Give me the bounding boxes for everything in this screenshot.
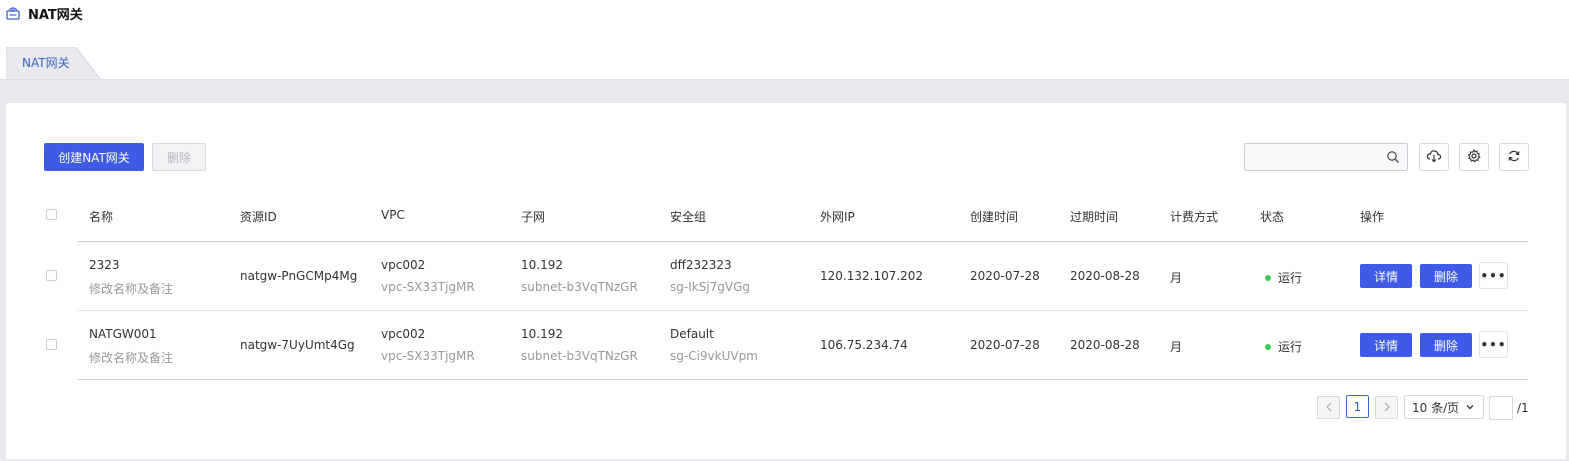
tab-divider bbox=[0, 79, 1569, 80]
nat-gateway-icon bbox=[6, 6, 20, 20]
table-bottom-divider bbox=[78, 379, 1528, 380]
security-group-cell: Default sg-Ci9vkUVpm bbox=[670, 327, 758, 363]
vpc-name: vpc002 bbox=[381, 258, 426, 272]
public-ip: 120.132.107.202 bbox=[820, 269, 924, 283]
search-input[interactable] bbox=[1245, 144, 1385, 170]
detail-button[interactable]: 详情 bbox=[1360, 333, 1412, 357]
column-header-billing: 计费方式 bbox=[1170, 210, 1219, 224]
row-delete-button[interactable]: 删除 bbox=[1420, 333, 1472, 357]
delete-button[interactable]: 删除 bbox=[152, 143, 206, 171]
column-header-actions: 操作 bbox=[1360, 210, 1385, 224]
gateway-name: NATGW001 bbox=[89, 327, 157, 341]
page-number-current[interactable]: 1 bbox=[1346, 395, 1369, 418]
column-header-created: 创建时间 bbox=[970, 210, 1019, 224]
search-icon[interactable] bbox=[1386, 150, 1400, 164]
subnet-cell: 10.192 subnet-b3VqTNzGR bbox=[521, 327, 638, 363]
public-ip: 106.75.234.74 bbox=[820, 338, 908, 352]
gear-icon bbox=[1467, 148, 1481, 166]
created-date: 2020-07-28 bbox=[970, 338, 1040, 352]
expiry-date: 2020-08-28 bbox=[1070, 338, 1140, 352]
edit-name-link[interactable]: 修改名称及备注 bbox=[89, 349, 173, 366]
status-running-dot bbox=[1265, 343, 1271, 350]
name-cell: NATGW001 修改名称及备注 bbox=[89, 327, 173, 366]
subnet-name: 10.192 bbox=[521, 327, 563, 341]
download-button[interactable] bbox=[1419, 143, 1449, 171]
security-group-id: sg-IkSj7gVGg bbox=[670, 280, 751, 294]
status-cell: 运行 bbox=[1265, 269, 1302, 286]
tab-nat-gateway[interactable]: NAT网关 bbox=[6, 47, 101, 80]
prev-page-button[interactable] bbox=[1317, 396, 1340, 419]
top-bar: NAT网关 NAT网关 bbox=[0, 0, 1569, 80]
name-cell: 2323 修改名称及备注 bbox=[89, 258, 173, 297]
page-size-select[interactable]: 10 条/页 bbox=[1404, 395, 1484, 419]
total-pages: /1 bbox=[1517, 401, 1529, 415]
vpc-id: vpc-SX33TjgMR bbox=[381, 280, 475, 294]
edit-name-link[interactable]: 修改名称及备注 bbox=[89, 280, 173, 297]
row-checkbox[interactable] bbox=[46, 270, 57, 281]
page-title: NAT网关 bbox=[28, 7, 83, 23]
column-header-resource-id: 资源ID bbox=[240, 210, 277, 224]
row-divider bbox=[78, 310, 1528, 311]
expiry-date: 2020-08-28 bbox=[1070, 269, 1140, 283]
column-header-subnet: 子网 bbox=[521, 210, 546, 224]
content-card: 创建NAT网关 删除 名称 资源ID VPC 子网 安全组 外网IP 创建时间 … bbox=[6, 103, 1566, 459]
column-header-security-group: 安全组 bbox=[670, 210, 707, 224]
tab-label: NAT网关 bbox=[22, 56, 70, 70]
subnet-id: subnet-b3VqTNzGR bbox=[521, 280, 638, 294]
security-group-cell: dff232323 sg-IkSj7gVGg bbox=[670, 258, 750, 294]
header-divider bbox=[78, 241, 1528, 242]
column-header-public-ip: 外网IP bbox=[820, 210, 855, 224]
column-header-vpc: VPC bbox=[381, 208, 405, 222]
vpc-cell: vpc002 vpc-SX33TjgMR bbox=[381, 258, 475, 294]
resource-id: natgw-7UyUmt4Gg bbox=[240, 338, 355, 352]
refresh-button[interactable] bbox=[1499, 143, 1529, 171]
cloud-download-icon bbox=[1426, 149, 1442, 166]
detail-button[interactable]: 详情 bbox=[1360, 264, 1412, 288]
more-icon: ••• bbox=[1480, 337, 1507, 352]
refresh-icon bbox=[1507, 149, 1521, 166]
create-nat-gateway-button[interactable]: 创建NAT网关 bbox=[44, 143, 144, 171]
status-label: 运行 bbox=[1278, 340, 1303, 354]
billing-mode: 月 bbox=[1170, 271, 1183, 285]
column-header-expires: 过期时间 bbox=[1070, 210, 1119, 224]
select-all-checkbox[interactable] bbox=[46, 209, 57, 220]
status-cell: 运行 bbox=[1265, 338, 1302, 355]
billing-mode: 月 bbox=[1170, 340, 1183, 354]
vpc-cell: vpc002 vpc-SX33TjgMR bbox=[381, 327, 475, 363]
column-header-name: 名称 bbox=[89, 210, 114, 224]
page-header: NAT网关 bbox=[6, 4, 83, 23]
created-date: 2020-07-28 bbox=[970, 269, 1040, 283]
more-icon: ••• bbox=[1480, 268, 1507, 283]
row-checkbox[interactable] bbox=[46, 339, 57, 350]
page-size-value: 10 条/页 bbox=[1412, 400, 1460, 415]
security-group-name: dff232323 bbox=[670, 258, 732, 272]
chevron-left-icon bbox=[1325, 401, 1333, 415]
row-delete-button[interactable]: 删除 bbox=[1420, 264, 1472, 288]
settings-button[interactable] bbox=[1459, 143, 1489, 171]
status-label: 运行 bbox=[1278, 271, 1303, 285]
gateway-name: 2323 bbox=[89, 258, 120, 272]
security-group-id: sg-Ci9vkUVpm bbox=[670, 349, 758, 363]
subnet-cell: 10.192 subnet-b3VqTNzGR bbox=[521, 258, 638, 294]
search-box[interactable] bbox=[1244, 143, 1408, 171]
subnet-id: subnet-b3VqTNzGR bbox=[521, 349, 638, 363]
more-actions-button[interactable]: ••• bbox=[1479, 331, 1508, 358]
more-actions-button[interactable]: ••• bbox=[1479, 262, 1508, 289]
security-group-name: Default bbox=[670, 327, 714, 341]
vpc-id: vpc-SX33TjgMR bbox=[381, 349, 475, 363]
chevron-down-icon bbox=[1465, 401, 1475, 415]
page-jump-input[interactable] bbox=[1489, 396, 1513, 420]
next-page-button[interactable] bbox=[1375, 396, 1398, 419]
subnet-name: 10.192 bbox=[521, 258, 563, 272]
column-header-status: 状态 bbox=[1260, 210, 1285, 224]
vpc-name: vpc002 bbox=[381, 327, 426, 341]
resource-id: natgw-PnGCMp4Mg bbox=[240, 269, 358, 283]
chevron-right-icon bbox=[1383, 401, 1391, 415]
status-running-dot bbox=[1265, 274, 1271, 281]
